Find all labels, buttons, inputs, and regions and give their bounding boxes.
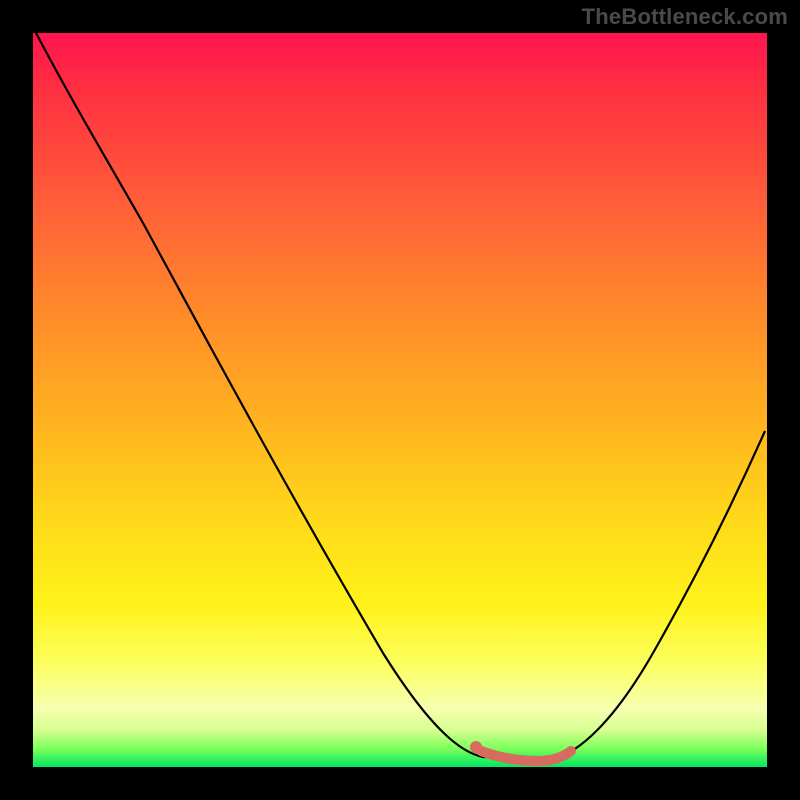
plot-area [33, 33, 767, 767]
sweet-spot-highlight [481, 751, 571, 761]
watermark-text: TheBottleneck.com [582, 4, 788, 30]
chart-frame: TheBottleneck.com [0, 0, 800, 800]
curve-svg [33, 33, 767, 767]
bottleneck-curve-path [36, 33, 765, 759]
sweet-spot-marker [470, 741, 482, 753]
